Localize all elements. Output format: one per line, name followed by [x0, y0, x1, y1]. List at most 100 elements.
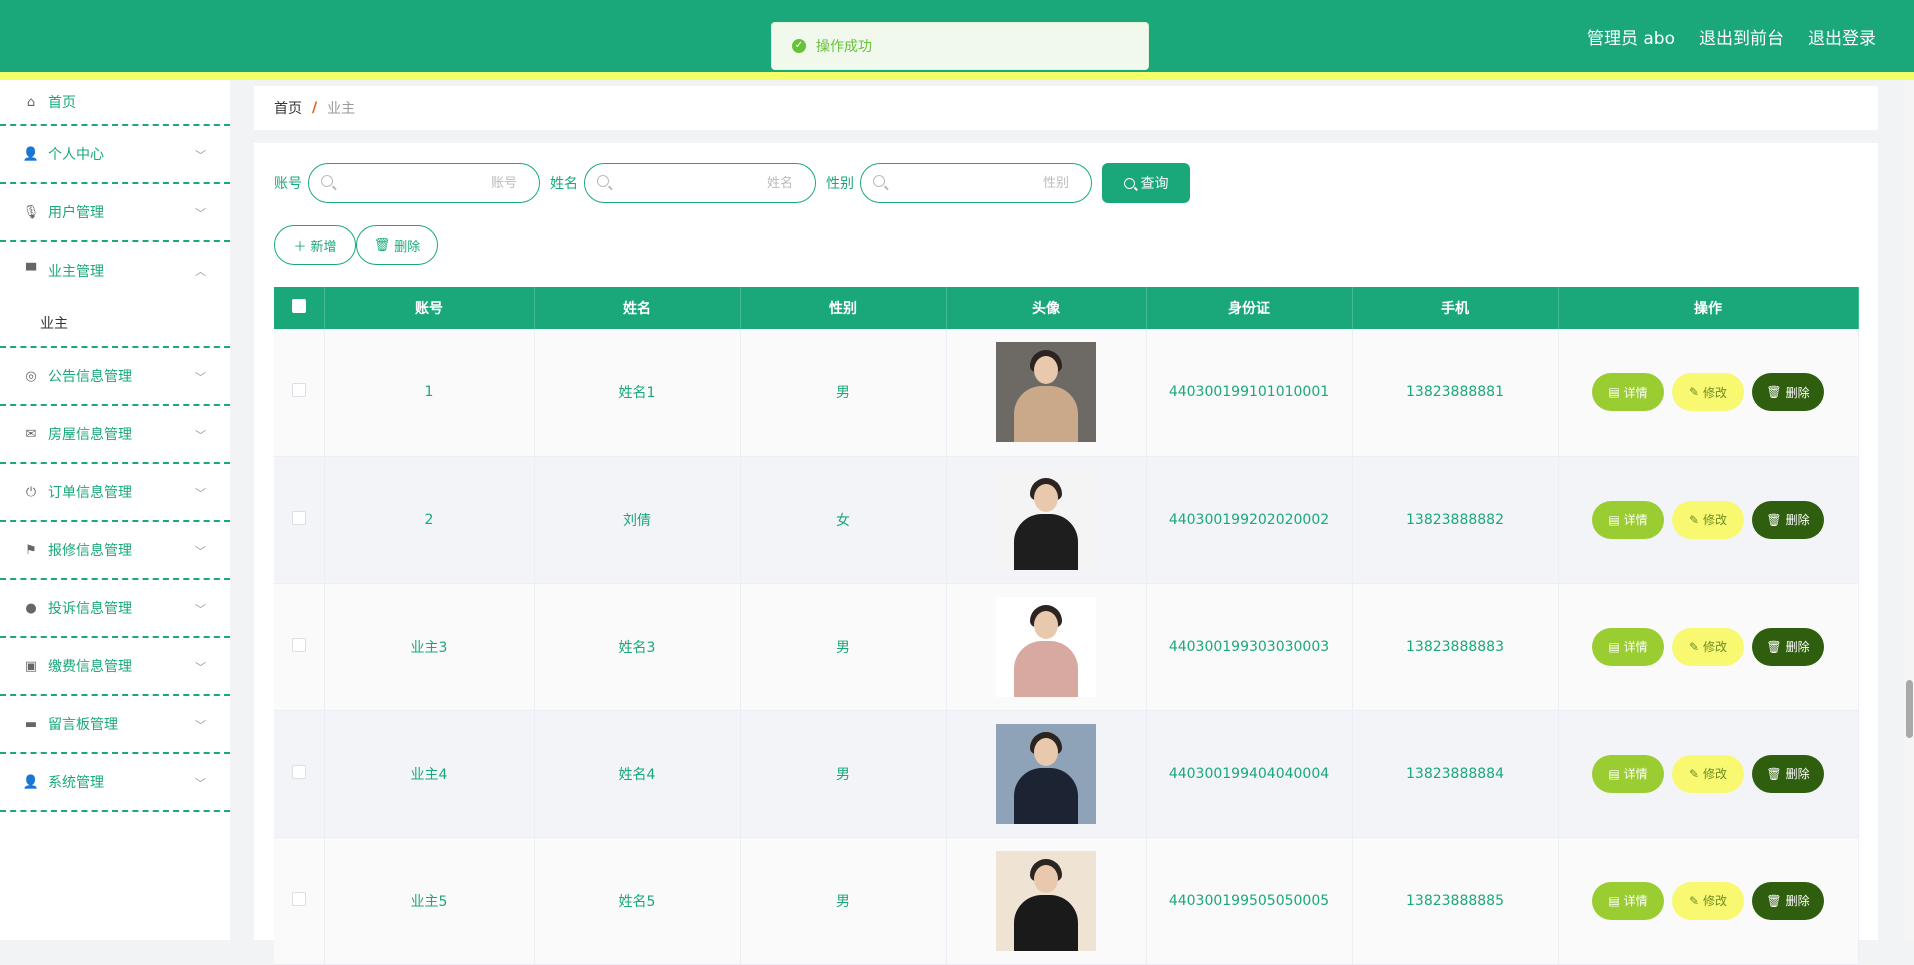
edit-label: 修改: [1703, 767, 1728, 781]
document-icon: ▤: [1608, 766, 1620, 781]
breadcrumb-current: 业主: [327, 101, 356, 117]
batch-delete-button[interactable]: 🗑 删除: [356, 225, 438, 265]
avatar[interactable]: [996, 342, 1096, 443]
select-all-checkbox[interactable]: [291, 299, 306, 313]
edit-button[interactable]: ✎ 修改: [1672, 754, 1744, 793]
phone-cell: 13823888885: [1352, 837, 1559, 965]
row-select-cell: [274, 329, 325, 457]
detail-button[interactable]: ▤ 详情: [1592, 500, 1664, 539]
gender-input[interactable]: [891, 168, 1071, 198]
delete-label: 删除: [1785, 385, 1810, 400]
sidebar-item-home[interactable]: ⌂ 首页: [0, 80, 230, 126]
chevron-up-icon: ︿: [195, 265, 206, 278]
sidebar-item-label: 投诉信息管理: [48, 601, 132, 617]
detail-button[interactable]: ▤ 详情: [1592, 627, 1664, 666]
sidebar-item-label: 个人中心: [48, 147, 104, 163]
gender-cell: 女: [740, 456, 947, 584]
sidebar-item-messages[interactable]: ▬ 留言板管理 ﹀: [0, 696, 230, 754]
delete-button[interactable]: 🗑 删除: [1752, 500, 1824, 539]
success-toast: ✓ 操作成功: [771, 22, 1149, 70]
delete-label: 删除: [394, 239, 421, 255]
sidebar-item-personal[interactable]: 👤 个人中心 ﹀: [0, 126, 230, 184]
sidebar-item-users[interactable]: 🎙 用户管理 ﹀: [0, 184, 230, 242]
gender-cell: 男: [740, 329, 947, 457]
edit-button[interactable]: ✎ 修改: [1672, 373, 1744, 412]
account-cell: 业主3: [324, 583, 535, 711]
add-button[interactable]: ＋ 新增: [274, 225, 356, 265]
account-cell: 2: [324, 456, 535, 584]
edit-label: 修改: [1703, 894, 1728, 908]
page-scrollbar[interactable]: [1904, 80, 1914, 940]
to-front-link[interactable]: 退出到前台: [1699, 24, 1784, 49]
flag-pole-icon: ▀: [26, 263, 36, 279]
row-checkbox[interactable]: [291, 764, 306, 779]
pencil-icon: ✎: [1688, 639, 1700, 654]
sidebar-subitem-owner[interactable]: 业主: [0, 300, 230, 348]
delete-button[interactable]: 🗑 删除: [1752, 881, 1824, 920]
detail-button[interactable]: ▤ 详情: [1592, 373, 1664, 412]
account-cell: 1: [324, 329, 535, 457]
row-checkbox[interactable]: [291, 891, 306, 906]
search-icon: [1123, 177, 1135, 189]
name-search-box: [584, 163, 816, 203]
sidebar-item-house[interactable]: ✉ 房屋信息管理 ﹀: [0, 406, 230, 464]
delete-button[interactable]: 🗑 删除: [1752, 754, 1824, 793]
sidebar-item-repair[interactable]: ⚑ 报修信息管理 ﹀: [0, 522, 230, 580]
sidebar-item-system[interactable]: 👤 系统管理 ﹀: [0, 754, 230, 812]
trash-icon: 🗑: [1766, 385, 1782, 400]
edit-button[interactable]: ✎ 修改: [1672, 881, 1744, 920]
document-icon: ▤: [1608, 639, 1620, 654]
sidebar-item-complaint[interactable]: ● 投诉信息管理 ﹀: [0, 580, 230, 638]
id-card-cell: 440300199303030003: [1146, 583, 1353, 711]
row-checkbox[interactable]: [291, 510, 306, 525]
sidebar-item-owners[interactable]: ▀ 业主管理 ︿: [0, 242, 230, 300]
scrollbar-thumb[interactable]: [1906, 680, 1913, 738]
breadcrumb: 首页 / 业主: [254, 86, 1878, 130]
chevron-down-icon: ﹀: [195, 777, 206, 790]
avatar[interactable]: [996, 850, 1096, 951]
avatar-cell: [946, 329, 1147, 457]
account-input[interactable]: [339, 168, 519, 198]
sidebar-item-label: 缴费信息管理: [48, 659, 132, 675]
query-button[interactable]: 查询: [1102, 163, 1190, 203]
name-label: 姓名: [550, 176, 578, 192]
home-icon: ⌂: [26, 94, 36, 110]
avatar[interactable]: [996, 723, 1096, 824]
clipboard-icon: ▣: [24, 658, 38, 674]
avatar[interactable]: [996, 596, 1096, 697]
balloon-icon: ●: [25, 600, 37, 616]
avatar-body: [1014, 386, 1078, 443]
row-checkbox[interactable]: [291, 637, 306, 652]
detail-button[interactable]: ▤ 详情: [1592, 754, 1664, 793]
logout-link[interactable]: 退出登录: [1808, 24, 1876, 49]
edit-button[interactable]: ✎ 修改: [1672, 500, 1744, 539]
add-label: 新增: [310, 239, 337, 255]
sidebar-item-label: 订单信息管理: [48, 485, 132, 501]
edit-button[interactable]: ✎ 修改: [1672, 627, 1744, 666]
detail-button[interactable]: ▤ 详情: [1592, 881, 1664, 920]
user-icon: 👤: [22, 146, 40, 162]
avatar-body: [1014, 767, 1078, 824]
breadcrumb-home[interactable]: 首页: [274, 98, 302, 118]
id-card-cell: 440300199202020002: [1146, 456, 1353, 584]
detail-label: 详情: [1623, 385, 1648, 400]
table-row: 1 姓名1 男 440300199101010001 13823888881 ▤…: [274, 329, 1859, 457]
sidebar-item-payment[interactable]: ▣ 缴费信息管理 ﹀: [0, 638, 230, 696]
chevron-down-icon: ﹀: [195, 719, 206, 732]
chevron-down-icon: ﹀: [195, 603, 206, 616]
trash-icon: 🗑: [373, 237, 391, 253]
gender-cell: 男: [740, 710, 947, 838]
sidebar-item-notice[interactable]: ◎ 公告信息管理 ﹀: [0, 348, 230, 406]
gender-cell: 男: [740, 583, 947, 711]
avatar-cell: [946, 837, 1147, 965]
sidebar-item-orders[interactable]: ⏻ 订单信息管理 ﹀: [0, 464, 230, 522]
name-input[interactable]: [615, 168, 795, 198]
delete-button[interactable]: 🗑 删除: [1752, 373, 1824, 412]
trash-icon: 🗑: [1766, 512, 1782, 527]
sidebar-item-label: 房屋信息管理: [48, 427, 132, 443]
main-panel: 账号 姓名 性别 查询 ＋ 新增 🗑 删除: [254, 143, 1878, 965]
pencil-icon: ✎: [1688, 385, 1700, 400]
avatar[interactable]: [996, 469, 1096, 570]
row-checkbox[interactable]: [291, 383, 306, 398]
delete-button[interactable]: 🗑 删除: [1752, 627, 1824, 666]
